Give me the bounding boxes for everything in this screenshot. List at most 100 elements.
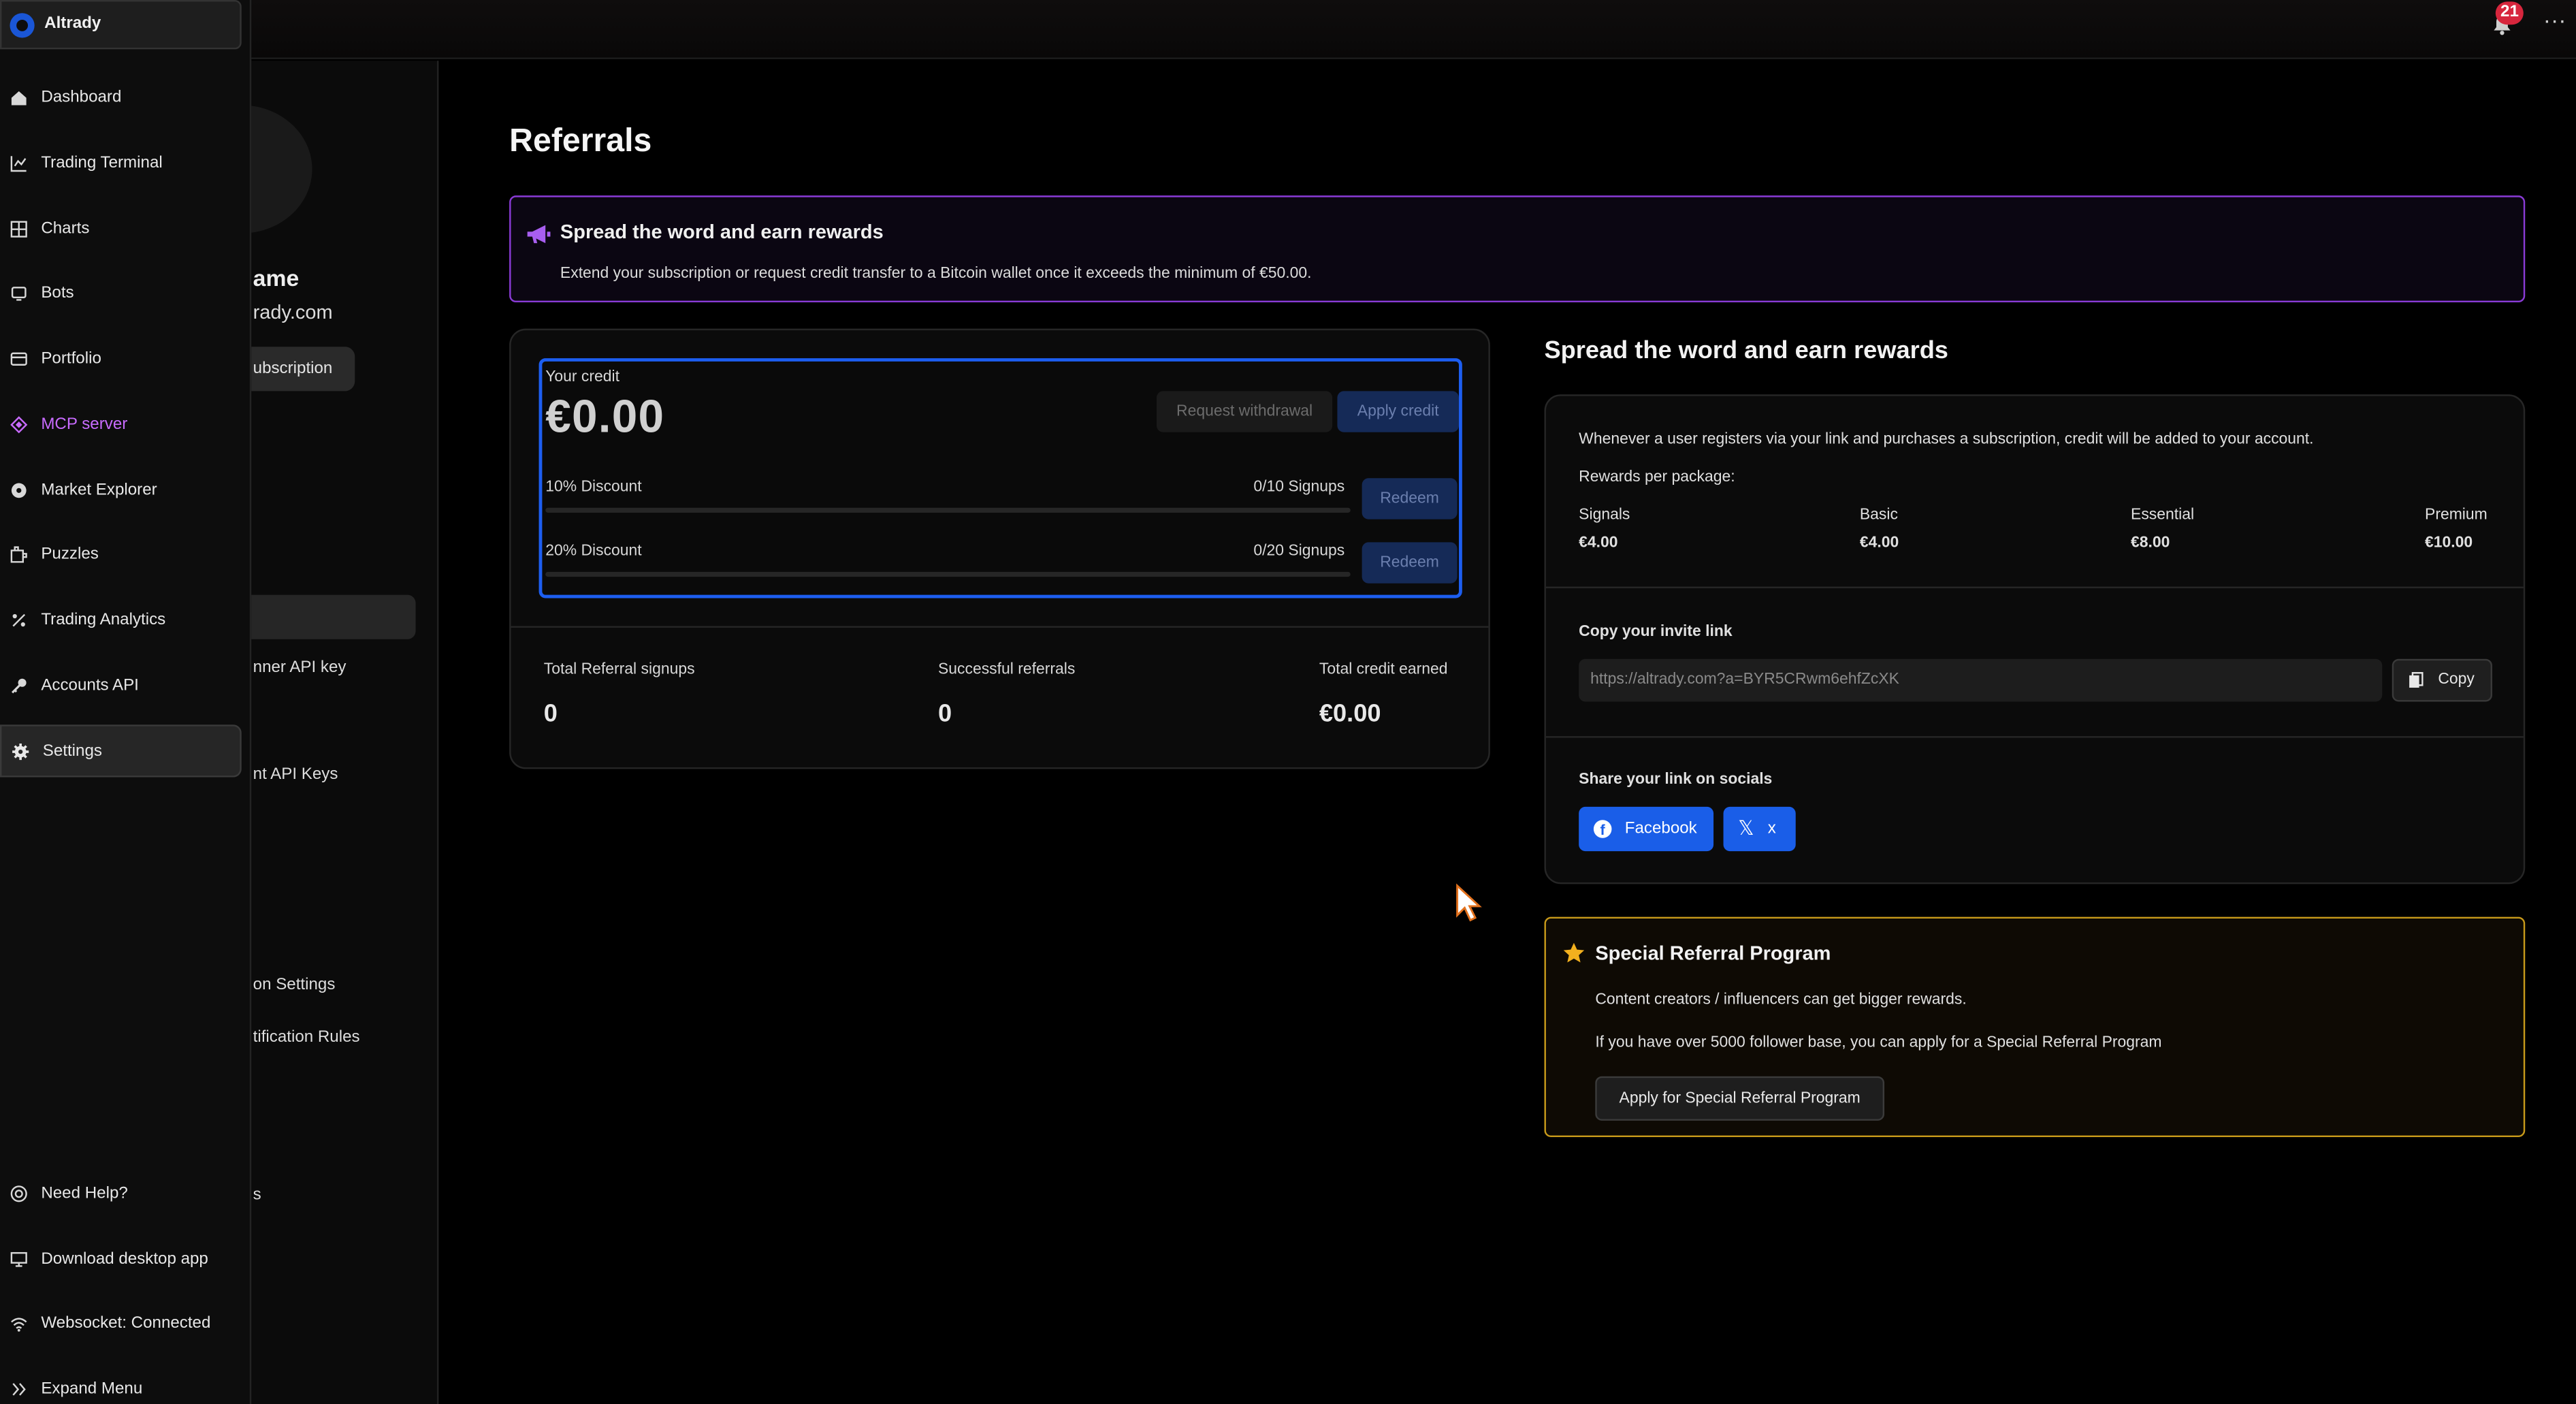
rewards-card: Whenever a user registers via your link … (1544, 394, 2526, 884)
x-logo-icon: 𝕏 (1738, 816, 1754, 840)
expand-icon (12, 1383, 26, 1396)
settings-item-notification-rules[interactable]: tification Rules (253, 1029, 360, 1047)
credit-panel: Your credit €0.00 Request withdrawal App… (538, 358, 1462, 599)
stat-label-total-credit: Total credit earned (1319, 660, 1448, 679)
sidebar-item-download-desktop-app[interactable]: Download desktop app (0, 1234, 242, 1285)
help-icon (10, 1185, 27, 1202)
rewards-per-package-label: Rewards per package: (1579, 468, 1735, 487)
facebook-share-button[interactable]: f Facebook (1579, 806, 1714, 852)
sidebar-item-dashboard[interactable]: Dashboard (0, 72, 242, 123)
puzzle-icon (10, 546, 27, 563)
apply-credit-button[interactable]: Apply credit (1337, 391, 1460, 432)
home-icon (11, 91, 27, 106)
sidebar-item-label: Download desktop app (41, 1250, 208, 1269)
discount-progress-10: 0/10 Signups (1253, 478, 1345, 496)
invite-link-label: Copy your invite link (1579, 622, 1733, 641)
redeem-button-20[interactable]: Redeem (1362, 542, 1458, 584)
sidebar-item-mcp-server[interactable]: MCP server (0, 399, 242, 450)
package-amount-signals: €4.00 (1579, 534, 1618, 552)
discount-label-10: 10% Discount (545, 478, 642, 496)
sidebar-item-charts[interactable]: Charts (0, 204, 242, 255)
settings-item-partner-api-key[interactable]: nner API key (253, 659, 347, 677)
megaphone-icon (527, 225, 551, 244)
profile-name: ame (253, 264, 300, 291)
brand-header[interactable]: Altrady (0, 0, 242, 50)
divider (1545, 736, 2524, 738)
divider (511, 626, 1489, 628)
special-referral-line1: Content creators / influencers can get b… (1595, 991, 1967, 1009)
sidebar-item-label: Dashboard (41, 89, 122, 107)
sidebar-item-puzzles[interactable]: Puzzles (0, 529, 242, 580)
discount-progress-bar-10 (545, 507, 1351, 513)
sidebar-item-label: Portfolio (41, 350, 101, 368)
credit-card: Your credit €0.00 Request withdrawal App… (509, 328, 1490, 769)
special-referral-card: Special Referral Program Content creator… (1544, 916, 2526, 1138)
banner-title: Spread the word and earn rewards (560, 220, 884, 244)
credit-amount: €0.00 (545, 391, 665, 443)
facebook-label: Facebook (1624, 820, 1697, 838)
sidebar-item-settings[interactable]: Settings (0, 724, 242, 778)
subscription-button[interactable]: ubscription (240, 347, 355, 392)
sidebar-item-need-help[interactable]: Need Help? (0, 1168, 242, 1219)
wallet-icon (10, 352, 27, 366)
altrady-logo-icon (10, 13, 35, 38)
sidebar-item-expand-menu[interactable]: Expand Menu (0, 1364, 242, 1404)
mcp-icon (10, 416, 28, 434)
more-menu-icon[interactable]: ··· (2543, 7, 2566, 33)
sidebar-item-label: Need Help? (41, 1184, 128, 1203)
notification-badge: 21 (2495, 1, 2524, 25)
sidebar-item-label: Charts (41, 220, 90, 238)
copy-icon (2409, 672, 2424, 688)
request-withdrawal-button[interactable]: Request withdrawal (1156, 391, 1333, 432)
sidebar-item-label: Trading Terminal (41, 154, 163, 173)
sidebar-item-trading-terminal[interactable]: Trading Terminal (0, 138, 242, 189)
x-share-button[interactable]: 𝕏 x (1723, 806, 1796, 852)
stat-value-total-credit: €0.00 (1319, 700, 1381, 729)
star-icon (1563, 942, 1585, 963)
credit-label: Your credit (545, 368, 620, 387)
chart-line-icon (10, 156, 27, 172)
sidebar-item-label: Bots (41, 284, 74, 303)
grid-icon (10, 221, 27, 238)
monitor-icon (10, 1251, 27, 1267)
sidebar-item-trading-analytics[interactable]: Trading Analytics (0, 595, 242, 646)
apply-special-referral-button[interactable]: Apply for Special Referral Program (1595, 1076, 1885, 1121)
sidebar-item-market-explorer[interactable]: Market Explorer (0, 465, 242, 516)
brand-label: Altrady (44, 14, 101, 33)
share-socials-label: Share your link on socials (1579, 770, 1773, 789)
sidebar-item-bots[interactable]: Bots (0, 268, 242, 319)
profile-email: rady.com (253, 300, 333, 324)
sidebar-item-label: Market Explorer (41, 481, 157, 500)
sidebar-item-accounts-api[interactable]: Accounts API (0, 660, 242, 712)
gear-icon (12, 744, 29, 761)
settings-item-api-keys[interactable]: nt API Keys (253, 766, 338, 784)
copy-button[interactable]: Copy (2392, 658, 2492, 702)
mouse-cursor-icon (1456, 883, 1482, 922)
stat-value-total-signups: 0 (543, 700, 558, 729)
app-root: 21 ··· ame rady.com ubscription nner API… (0, 0, 2576, 1404)
discount-label-20: 20% Discount (545, 542, 642, 560)
invite-link-field[interactable]: https://altrady.com?a=BYR5CRwm6ehfZcXK (1579, 658, 2383, 702)
x-label: x (1767, 820, 1776, 838)
sidebar-item-websocket-status[interactable]: Websocket: Connected (0, 1298, 242, 1350)
sidebar: Altrady Dashboard Trading Terminal Chart… (0, 0, 252, 1404)
settings-panel (251, 61, 439, 1404)
key-icon (11, 678, 27, 694)
sidebar-item-label: Accounts API (41, 677, 139, 695)
rewards-intro: Whenever a user registers via your link … (1579, 430, 2314, 449)
rewards-section-title: Spread the word and earn rewards (1544, 336, 1948, 365)
settings-item-partial[interactable]: s (253, 1186, 261, 1204)
discount-progress-20: 0/20 Signups (1253, 542, 1345, 560)
sidebar-item-label: Websocket: Connected (41, 1314, 211, 1333)
page-title: Referrals (509, 123, 652, 160)
settings-item-settings[interactable]: on Settings (253, 976, 336, 995)
info-banner: Spread the word and earn rewards Extend … (509, 195, 2526, 303)
sidebar-item-label: Settings (42, 742, 102, 761)
settings-active-item[interactable] (240, 594, 416, 639)
sidebar-item-label: MCP server (41, 415, 128, 434)
package-name-signals: Signals (1579, 506, 1630, 524)
stat-value-successful-referrals: 0 (937, 700, 952, 729)
sidebar-item-portfolio[interactable]: Portfolio (0, 334, 242, 385)
redeem-button-10[interactable]: Redeem (1362, 478, 1458, 520)
compass-icon (11, 483, 27, 498)
